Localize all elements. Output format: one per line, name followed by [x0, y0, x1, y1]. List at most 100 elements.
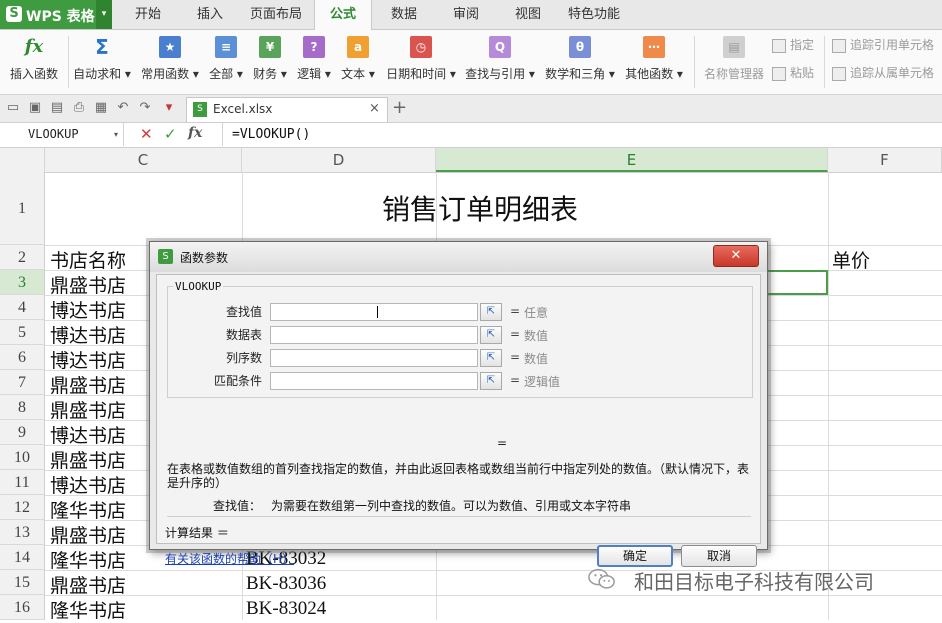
trace-precedents-button[interactable]: 追踪引用单元格	[832, 36, 934, 56]
confirm-edit-icon[interactable]: ✓	[164, 125, 177, 143]
dialog-close-button[interactable]: ✕	[713, 245, 759, 267]
save-icon[interactable]: ▣	[28, 101, 42, 115]
row-header-10[interactable]: 10	[0, 445, 45, 470]
header-bookstore-cell[interactable]: 书店名称	[50, 246, 126, 273]
store-cell[interactable]: 博达书店	[50, 421, 126, 448]
export-pdf-icon[interactable]: ▤	[50, 101, 64, 115]
column-header-e[interactable]: E	[436, 148, 828, 172]
table-array-input[interactable]	[270, 326, 478, 344]
undo-icon[interactable]: ↶	[116, 101, 130, 115]
insert-function-icon[interactable]: fx	[188, 125, 202, 141]
store-cell[interactable]: 鼎盛书店	[50, 446, 126, 473]
print-icon[interactable]: ⎙	[72, 101, 86, 115]
dialog-title-bar[interactable]: S 函数参数 ✕	[150, 242, 767, 272]
logic-functions-button[interactable]: ? 逻辑 ▾	[292, 30, 336, 92]
sheet-title-cell[interactable]: 销售订单明细表	[240, 188, 720, 228]
row-header-2[interactable]: 2	[0, 245, 45, 270]
other-functions-button[interactable]: ⋯ 其他函数 ▾	[620, 30, 688, 92]
header-price-cell[interactable]: 单价	[832, 246, 870, 273]
dialog-body: 查找值 ⇱ = 任意 数据表 ⇱ = 数值 列序数 ⇱ = 数值 匹配条件 ⇱ …	[156, 274, 761, 567]
date-time-functions-button[interactable]: ◷ 日期和时间 ▾	[382, 30, 460, 92]
row-header-16[interactable]: 16	[0, 595, 45, 620]
row-header-11[interactable]: 11	[0, 470, 45, 495]
table-array-ref-button[interactable]: ⇱	[480, 326, 502, 344]
new-tab-icon[interactable]: +	[392, 97, 407, 118]
store-cell[interactable]: 鼎盛书店	[50, 271, 126, 298]
text-functions-button[interactable]: a 文本 ▾	[336, 30, 380, 92]
book-code-cell[interactable]: BK-83024	[246, 598, 326, 620]
lookup-functions-button[interactable]: Q 查找与引用 ▾	[460, 30, 540, 92]
row-header-1[interactable]: 1	[0, 172, 45, 245]
store-cell[interactable]: 博达书店	[50, 471, 126, 498]
row-header-5[interactable]: 5	[0, 320, 45, 345]
name-box[interactable]: VLOOKUP	[0, 123, 124, 146]
redo-icon[interactable]: ↷	[138, 101, 152, 115]
range-lookup-input[interactable]	[270, 372, 478, 390]
common-functions-button[interactable]: ★ 常用函数 ▾	[138, 30, 202, 92]
col-index-ref-button[interactable]: ⇱	[480, 349, 502, 367]
store-cell[interactable]: 隆华书店	[50, 596, 126, 623]
autosum-button[interactable]: Σ 自动求和 ▾	[70, 30, 134, 92]
close-tab-icon[interactable]: ×	[369, 101, 380, 116]
app-menu-button[interactable]: S WPS 表格 ▾	[0, 0, 112, 29]
lookup-value-ref-button[interactable]: ⇱	[480, 303, 502, 321]
col-index-label: 列序数	[225, 351, 262, 365]
tab-home[interactable]: 开始	[114, 0, 182, 29]
row-header-15[interactable]: 15	[0, 570, 45, 595]
ok-button[interactable]: 确定	[597, 545, 673, 567]
math-functions-button[interactable]: θ 数学和三角 ▾	[540, 30, 620, 92]
row-header-12[interactable]: 12	[0, 495, 45, 520]
column-header-f[interactable]: F	[828, 148, 942, 172]
store-cell[interactable]: 博达书店	[50, 346, 126, 373]
store-cell[interactable]: 博达书店	[50, 321, 126, 348]
row-header-7[interactable]: 7	[0, 370, 45, 395]
range-lookup-ref-button[interactable]: ⇱	[480, 372, 502, 390]
document-tab[interactable]: S Excel.xlsx ×	[186, 97, 388, 122]
tab-view[interactable]: 视图	[500, 0, 556, 29]
row-header-6[interactable]: 6	[0, 345, 45, 370]
tab-review[interactable]: 审阅	[438, 0, 494, 29]
tab-special-features[interactable]: 特色功能	[560, 0, 628, 29]
name-manager-button[interactable]: ▤ 名称管理器	[698, 30, 770, 92]
store-cell[interactable]: 隆华书店	[50, 496, 126, 523]
book-code-cell[interactable]: BK-83036	[246, 573, 326, 595]
row-header-4[interactable]: 4	[0, 295, 45, 320]
finance-functions-label: 财务 ▾	[253, 67, 287, 81]
formula-input[interactable]: =VLOOKUP()	[232, 123, 310, 146]
tab-page-layout[interactable]: 页面布局	[238, 0, 314, 29]
table-array-label: 数据表	[225, 328, 262, 342]
row-header-8[interactable]: 8	[0, 395, 45, 420]
row-header-3[interactable]: 3	[0, 270, 45, 295]
row-header-9[interactable]: 9	[0, 420, 45, 445]
col-index-input[interactable]	[270, 349, 478, 367]
app-menu-dropdown-icon[interactable]: ▾	[96, 0, 112, 29]
open-folder-icon[interactable]: ▭	[6, 101, 20, 115]
row-header-13[interactable]: 13	[0, 520, 45, 545]
tab-data[interactable]: 数据	[376, 0, 432, 29]
trace-dependents-button[interactable]: 追踪从属单元格	[832, 64, 934, 84]
cancel-edit-icon[interactable]: ✕	[140, 125, 153, 143]
column-header-c[interactable]: C	[45, 148, 242, 172]
print-preview-icon[interactable]: ▦	[94, 101, 108, 115]
tab-insert[interactable]: 插入	[182, 0, 238, 29]
paste-name-button[interactable]: 粘贴	[772, 64, 814, 84]
select-all-corner[interactable]	[0, 148, 45, 172]
store-cell[interactable]: 隆华书店	[50, 546, 126, 573]
assign-name-button[interactable]: 指定	[772, 36, 814, 56]
store-cell[interactable]: 鼎盛书店	[50, 371, 126, 398]
finance-functions-button[interactable]: ¥ 财务 ▾	[248, 30, 292, 92]
insert-function-button[interactable]: fx 插入函数	[2, 30, 66, 92]
name-box-dropdown-icon[interactable]: ▾	[114, 123, 118, 146]
column-header-d[interactable]: D	[242, 148, 436, 172]
function-help-link[interactable]: 有关该函数的帮助（H）	[165, 550, 294, 567]
store-cell[interactable]: 鼎盛书店	[50, 396, 126, 423]
cancel-button[interactable]: 取消	[681, 545, 757, 567]
row-header-14[interactable]: 14	[0, 545, 45, 570]
lookup-value-input[interactable]	[270, 303, 478, 321]
customize-toolbar-icon[interactable]: ▾	[162, 101, 176, 115]
all-functions-button[interactable]: ≡ 全部 ▾	[204, 30, 248, 92]
store-cell[interactable]: 鼎盛书店	[50, 521, 126, 548]
tab-formulas[interactable]: 公式	[314, 0, 372, 30]
store-cell[interactable]: 博达书店	[50, 296, 126, 323]
store-cell[interactable]: 鼎盛书店	[50, 571, 126, 598]
